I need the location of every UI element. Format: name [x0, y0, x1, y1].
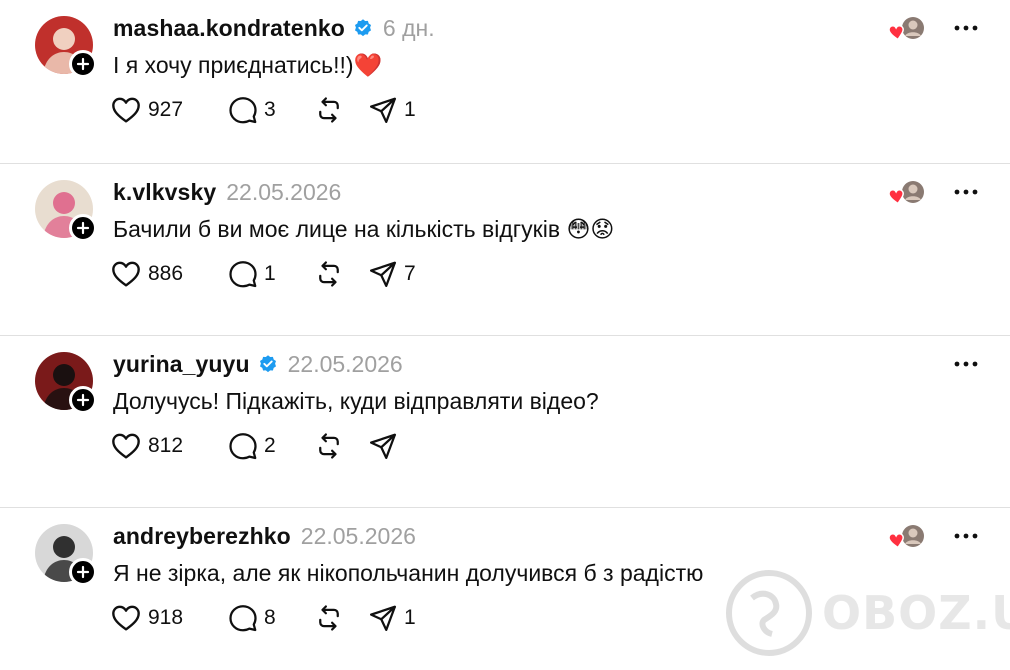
reply-count: 1	[264, 262, 276, 285]
like-button[interactable]: 927	[110, 94, 228, 126]
username-link[interactable]: andreyberezhko	[113, 523, 291, 550]
comment-text: І я хочу приєднатись!!)❤️	[113, 52, 383, 78]
post-header: mashaa.kondratenko 6 дн.	[113, 12, 435, 44]
comment-bubble-icon	[228, 431, 258, 461]
post-timestamp[interactable]: 22.05.2026	[301, 523, 416, 550]
heart-icon	[110, 430, 142, 462]
comment-text: Бачили б ви моє лице на кількість відгук…	[113, 216, 615, 242]
username-link[interactable]: mashaa.kondratenko	[113, 15, 345, 42]
repost-button[interactable]	[314, 602, 368, 634]
comment-text: Я не зірка, але як нікопольчанин долучив…	[113, 560, 704, 586]
more-horizontal-icon[interactable]	[952, 350, 980, 378]
post-timestamp[interactable]: 22.05.2026	[226, 179, 341, 206]
avatar-container[interactable]	[35, 524, 97, 586]
action-bar: 927 3 1	[110, 94, 416, 126]
action-bar: 918 8 1	[110, 602, 416, 634]
send-icon	[368, 431, 398, 461]
comment-bubble-icon	[228, 95, 258, 125]
more-horizontal-icon[interactable]	[952, 522, 980, 550]
more-horizontal-icon[interactable]	[952, 14, 980, 42]
reply-count: 3	[264, 98, 276, 121]
reply-count: 2	[264, 434, 276, 457]
follow-plus-icon[interactable]	[69, 50, 97, 78]
reply-button[interactable]: 2	[228, 430, 314, 462]
reply-button[interactable]: 3	[228, 94, 314, 126]
like-button[interactable]: 812	[110, 430, 228, 462]
reply-post: k.vlkvsky 22.05.2026 Бачили б ви моє лице …	[0, 163, 1010, 335]
reply-button[interactable]: 1	[228, 258, 314, 290]
like-count: 886	[148, 262, 184, 285]
like-count: 812	[148, 434, 184, 457]
reply-post: andreyberezhko 22.05.2026 Я не зірка, але …	[0, 507, 1010, 670]
repost-button[interactable]	[314, 258, 368, 290]
heart-icon	[110, 602, 142, 634]
like-button[interactable]: 918	[110, 602, 228, 634]
like-count: 927	[148, 98, 184, 121]
repost-icon	[314, 431, 344, 461]
share-count: 7	[404, 262, 416, 285]
share-count: 1	[404, 98, 416, 121]
post-timestamp[interactable]: 22.05.2026	[288, 351, 403, 378]
comment-bubble-icon	[228, 259, 258, 289]
repost-icon	[314, 603, 344, 633]
send-icon	[368, 603, 398, 633]
verified-badge-icon	[258, 354, 278, 374]
send-icon	[368, 95, 398, 125]
avatar-container[interactable]	[35, 180, 97, 242]
verified-badge-icon	[353, 18, 373, 38]
post-timestamp[interactable]: 6 дн.	[383, 15, 435, 42]
comment-bubble-icon	[228, 603, 258, 633]
repost-icon	[314, 95, 344, 125]
avatar-container[interactable]	[35, 16, 97, 78]
post-header: yurina_yuyu 22.05.2026	[113, 348, 403, 380]
post-header: andreyberezhko 22.05.2026	[113, 520, 416, 552]
share-button[interactable]: 1	[368, 602, 416, 634]
reply-post: mashaa.kondratenko 6 дн. І я хочу приєднат…	[0, 0, 1010, 172]
reply-count: 8	[264, 606, 276, 629]
repost-button[interactable]	[314, 94, 368, 126]
send-icon	[368, 259, 398, 289]
like-count: 918	[148, 606, 184, 629]
follow-plus-icon[interactable]	[69, 558, 97, 586]
heart-icon	[110, 258, 142, 290]
username-link[interactable]: yurina_yuyu	[113, 351, 250, 378]
follow-plus-icon[interactable]	[69, 386, 97, 414]
share-button[interactable]	[368, 430, 404, 462]
author-liked-avatar	[886, 180, 926, 208]
follow-plus-icon[interactable]	[69, 214, 97, 242]
share-button[interactable]: 7	[368, 258, 416, 290]
reply-post: yurina_yuyu 22.05.2026 Долучусь! Підкажіть…	[0, 335, 1010, 507]
repost-button[interactable]	[314, 430, 368, 462]
author-liked-avatar	[886, 16, 926, 44]
heart-icon	[110, 94, 142, 126]
avatar-container[interactable]	[35, 352, 97, 414]
action-bar: 812 2	[110, 430, 404, 462]
more-horizontal-icon[interactable]	[952, 178, 980, 206]
share-count: 1	[404, 606, 416, 629]
comment-text: Долучусь! Підкажіть, куди відправляти ві…	[113, 388, 599, 414]
reply-button[interactable]: 8	[228, 602, 314, 634]
post-header: k.vlkvsky 22.05.2026	[113, 176, 341, 208]
like-button[interactable]: 886	[110, 258, 228, 290]
action-bar: 886 1 7	[110, 258, 416, 290]
username-link[interactable]: k.vlkvsky	[113, 179, 216, 206]
share-button[interactable]: 1	[368, 94, 416, 126]
author-liked-avatar	[886, 524, 926, 552]
repost-icon	[314, 259, 344, 289]
